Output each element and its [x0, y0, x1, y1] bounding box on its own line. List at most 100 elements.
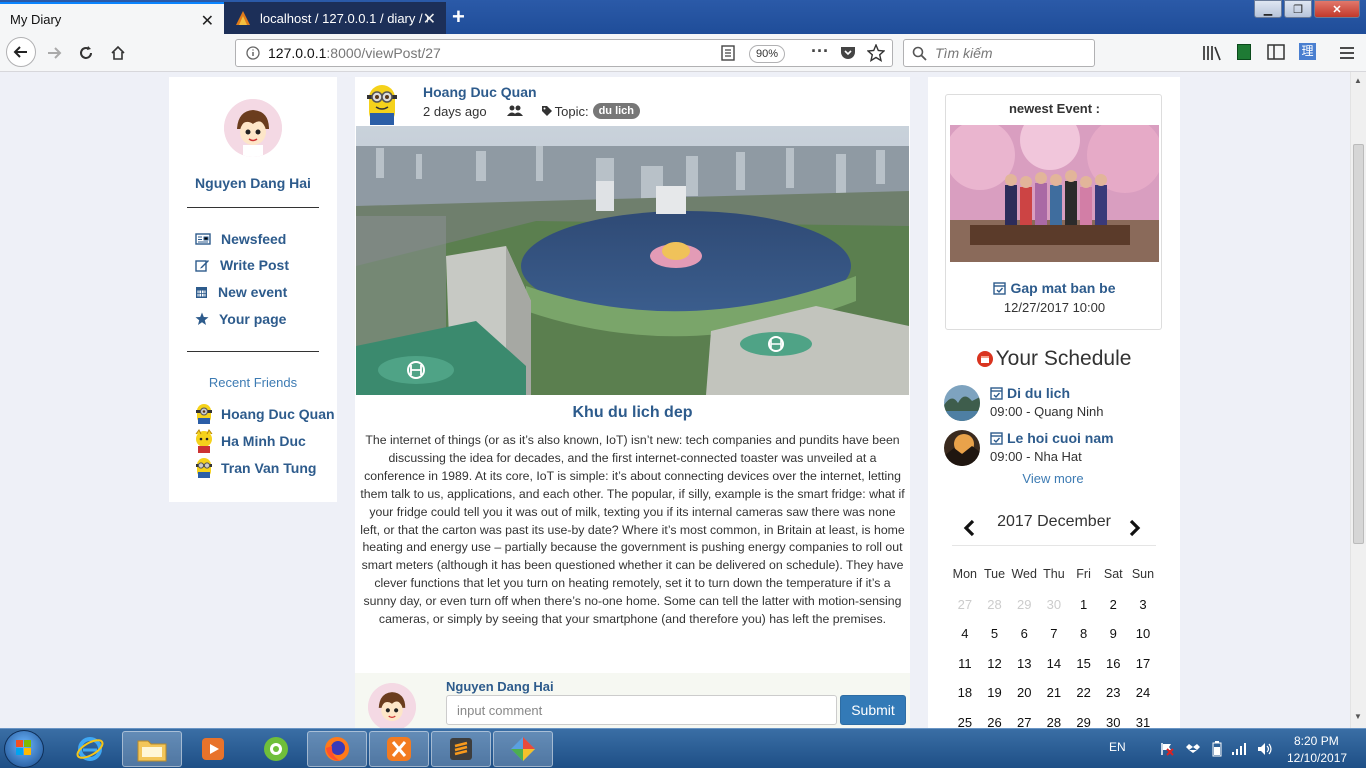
topic-badge[interactable]: du lich [592, 103, 641, 119]
event-name[interactable]: Gap mat ban be [946, 280, 1163, 296]
friend-item[interactable]: Tran Van Tung [193, 456, 316, 480]
library-icon[interactable] [1202, 44, 1222, 62]
dropbox-icon[interactable] [1186, 742, 1200, 756]
sidebar-item-write-post[interactable]: Write Post [195, 257, 289, 273]
sidebar-item-your-page[interactable]: Your page [195, 311, 286, 327]
calendar-day[interactable]: 10 [1128, 626, 1158, 656]
home-button[interactable] [104, 40, 132, 66]
calendar-day[interactable]: 22 [1069, 685, 1099, 715]
calendar-day[interactable]: 26 [980, 715, 1010, 728]
event-photo[interactable] [950, 125, 1159, 262]
calendar-day[interactable]: 27 [1009, 715, 1039, 728]
close-tab-icon[interactable]: ✕ [423, 9, 436, 29]
calendar-day[interactable]: 2 [1098, 597, 1128, 627]
calendar-day[interactable]: 8 [1069, 626, 1099, 656]
extension-icon[interactable] [1237, 44, 1251, 60]
minimize-button[interactable]: ▁ [1254, 0, 1282, 18]
tab-phpmyadmin[interactable]: localhost / 127.0.0.1 / diary / us ✕ [224, 2, 446, 34]
taskbar-media-player[interactable] [183, 731, 243, 767]
sidebar-icon[interactable] [1267, 44, 1285, 60]
translate-extension-icon[interactable]: 理 [1299, 43, 1316, 60]
sidebar-item-newsfeed[interactable]: Newsfeed [195, 231, 286, 247]
page-scrollbar[interactable]: ▲ ▼ [1350, 72, 1366, 728]
calendar-day[interactable]: 28 [980, 597, 1010, 627]
pocket-icon[interactable] [840, 45, 856, 61]
user-avatar[interactable] [224, 99, 282, 157]
calendar-day[interactable]: 14 [1039, 656, 1069, 686]
calendar-day[interactable]: 15 [1069, 656, 1099, 686]
calendar-day[interactable]: 9 [1098, 626, 1128, 656]
taskbar-coc-coc[interactable] [246, 731, 306, 767]
calendar-day[interactable]: 30 [1098, 715, 1128, 728]
network-signal-icon[interactable] [1231, 742, 1247, 756]
taskbar-firefox[interactable] [307, 731, 367, 767]
reload-button[interactable] [72, 40, 100, 66]
calendar-day[interactable]: 1 [1069, 597, 1099, 627]
taskbar-file-explorer[interactable] [122, 731, 182, 767]
sidebar-item-new-event[interactable]: New event [195, 284, 287, 300]
scroll-up-icon[interactable]: ▲ [1354, 76, 1362, 85]
tab-my-diary[interactable]: My Diary ✕ [0, 2, 224, 34]
taskbar-xampp[interactable] [369, 731, 429, 767]
profile-name[interactable]: Nguyen Dang Hai [169, 175, 337, 191]
calendar-day[interactable]: 3 [1128, 597, 1158, 627]
volume-icon[interactable] [1257, 742, 1273, 756]
url-bar[interactable]: 127.0.0.1:8000/viewPost/27 90% ··· [235, 39, 893, 67]
calendar-day[interactable]: 29 [1009, 597, 1039, 627]
calendar-day[interactable]: 29 [1069, 715, 1099, 728]
friend-item[interactable]: Ha Minh Duc [193, 429, 306, 453]
battery-icon[interactable] [1212, 741, 1222, 757]
clock-date[interactable]: 12/10/2017 [1287, 751, 1347, 765]
language-indicator[interactable]: EN [1109, 740, 1126, 754]
page-actions-icon[interactable]: ··· [811, 41, 829, 62]
calendar-day[interactable]: 18 [950, 685, 980, 715]
start-button[interactable] [4, 730, 44, 768]
calendar-day[interactable]: 13 [1009, 656, 1039, 686]
comment-input[interactable] [446, 695, 837, 725]
taskbar-sketch-app[interactable] [493, 731, 553, 767]
calendar-day[interactable]: 21 [1039, 685, 1069, 715]
new-tab-button[interactable]: + [452, 4, 465, 30]
calendar-day[interactable]: 12 [980, 656, 1010, 686]
taskbar-sublime-text[interactable] [431, 731, 491, 767]
calendar-day[interactable]: 4 [950, 626, 980, 656]
submit-comment-button[interactable]: Submit [840, 695, 906, 725]
forward-button[interactable] [40, 40, 68, 66]
friend-item[interactable]: Hoang Duc Quan [193, 402, 335, 426]
post-author-name[interactable]: Hoang Duc Quan [423, 84, 537, 100]
schedule-item[interactable]: Di du lich 09:00 - Quang Ninh [944, 385, 1174, 425]
back-button[interactable] [6, 37, 36, 67]
calendar-day[interactable]: 27 [950, 597, 980, 627]
calendar-day[interactable]: 24 [1128, 685, 1158, 715]
calendar-day[interactable]: 5 [980, 626, 1010, 656]
calendar-day[interactable]: 23 [1098, 685, 1128, 715]
calendar-day[interactable]: 6 [1009, 626, 1039, 656]
reader-view-icon[interactable] [721, 45, 735, 61]
flag-icon[interactable] [1160, 742, 1174, 756]
calendar-day[interactable]: 25 [950, 715, 980, 728]
calendar-day[interactable]: 31 [1128, 715, 1158, 728]
commenter-avatar[interactable] [368, 683, 416, 728]
calendar-day[interactable]: 17 [1128, 656, 1158, 686]
clock-time[interactable]: 8:20 PM [1294, 734, 1339, 748]
close-window-button[interactable]: ✕ [1314, 0, 1360, 18]
calendar-next-button[interactable] [1128, 517, 1142, 543]
calendar-day[interactable]: 16 [1098, 656, 1128, 686]
zoom-level[interactable]: 90% [749, 45, 786, 63]
calendar-day[interactable]: 11 [950, 656, 980, 686]
maximize-button[interactable]: ❐ [1284, 0, 1312, 18]
calendar-day[interactable]: 19 [980, 685, 1010, 715]
view-more-link[interactable]: View more [928, 471, 1178, 486]
menu-icon[interactable] [1339, 46, 1355, 60]
calendar-day[interactable]: 20 [1009, 685, 1039, 715]
close-tab-icon[interactable]: ✕ [201, 11, 214, 31]
scroll-down-icon[interactable]: ▼ [1354, 712, 1362, 721]
post-author-avatar[interactable] [360, 81, 404, 129]
search-bar[interactable]: Tìm kiếm [903, 39, 1095, 67]
info-icon[interactable] [246, 46, 260, 60]
scrollbar-thumb[interactable] [1353, 144, 1364, 544]
calendar-day[interactable]: 7 [1039, 626, 1069, 656]
taskbar-internet-explorer[interactable] [60, 731, 120, 767]
schedule-item[interactable]: Le hoi cuoi nam 09:00 - Nha Hat [944, 430, 1174, 470]
calendar-day[interactable]: 28 [1039, 715, 1069, 728]
